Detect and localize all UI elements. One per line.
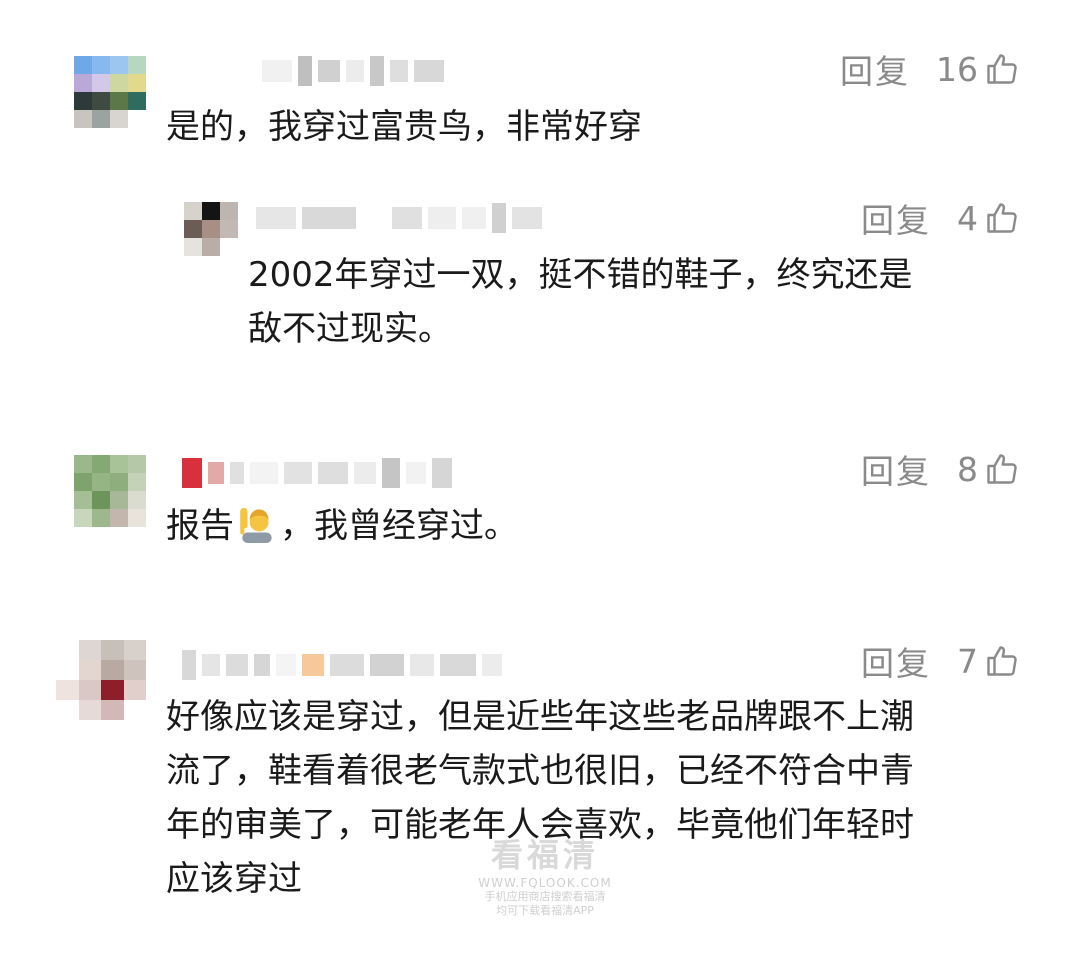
watermark-url: WWW.FQLOOK.COM bbox=[478, 876, 612, 890]
comment-text-line: 2002年穿过一双，挺不错的鞋子，终究还是 bbox=[248, 255, 913, 295]
comment-text: 是的，我穿过富贵鸟，非常好穿 bbox=[166, 107, 642, 147]
comment-actions: 回复 8 bbox=[861, 449, 1020, 491]
comment-text: 报告 ，我曾经穿过。 bbox=[166, 499, 518, 553]
watermark-title: 看福清 bbox=[490, 836, 599, 874]
like-count: 4 bbox=[957, 198, 978, 238]
watermark-line: 均可下载看福清APP bbox=[496, 904, 594, 917]
watermark-line: 手机应用商店搜索看福清 bbox=[484, 890, 606, 903]
reply-button[interactable]: 回复 bbox=[861, 194, 931, 242]
blurred-username[interactable] bbox=[182, 458, 452, 488]
reply-button[interactable]: 回复 bbox=[861, 637, 931, 685]
watermark: 看福清 WWW.FQLOOK.COM 手机应用商店搜索看福清 均可下载看福清AP… bbox=[470, 830, 620, 918]
avatar[interactable] bbox=[56, 640, 146, 720]
reply-button[interactable]: 回复 bbox=[861, 445, 931, 493]
person-raising-hand-emoji bbox=[240, 507, 272, 543]
thumbs-up-icon[interactable] bbox=[984, 200, 1020, 236]
avatar[interactable] bbox=[184, 202, 238, 256]
comment-text-line: 敌不过现实。 bbox=[248, 309, 452, 349]
thumbs-up-icon[interactable] bbox=[984, 51, 1020, 87]
blurred-username[interactable] bbox=[182, 650, 502, 680]
avatar[interactable] bbox=[74, 455, 146, 527]
blurred-username[interactable] bbox=[256, 203, 542, 233]
like-count: 8 bbox=[957, 449, 978, 489]
comment-text: 2002年穿过一双，挺不错的鞋子，终究还是 敌不过现实。 bbox=[248, 248, 913, 356]
comment-actions: 回复 7 bbox=[861, 641, 1020, 683]
like-count: 7 bbox=[957, 641, 978, 681]
thumbs-up-icon[interactable] bbox=[984, 451, 1020, 487]
comment-actions: 回复 16 bbox=[840, 49, 1020, 91]
like-count: 16 bbox=[936, 49, 978, 89]
comment-actions: 回复 4 bbox=[861, 198, 1020, 240]
blurred-username[interactable] bbox=[262, 56, 444, 86]
comment-text-line: 好像应该是穿过，但是近些年这些老品牌跟不上潮 bbox=[166, 697, 914, 737]
reply-button[interactable]: 回复 bbox=[840, 45, 910, 93]
comment-text-start: 报告 bbox=[166, 506, 234, 546]
comment-text-end: ，我曾经穿过。 bbox=[280, 506, 518, 546]
comment-text-line: 流了，鞋看着很老气款式也很旧，已经不符合中青 bbox=[166, 751, 914, 791]
avatar[interactable] bbox=[74, 56, 146, 128]
thumbs-up-icon[interactable] bbox=[984, 643, 1020, 679]
